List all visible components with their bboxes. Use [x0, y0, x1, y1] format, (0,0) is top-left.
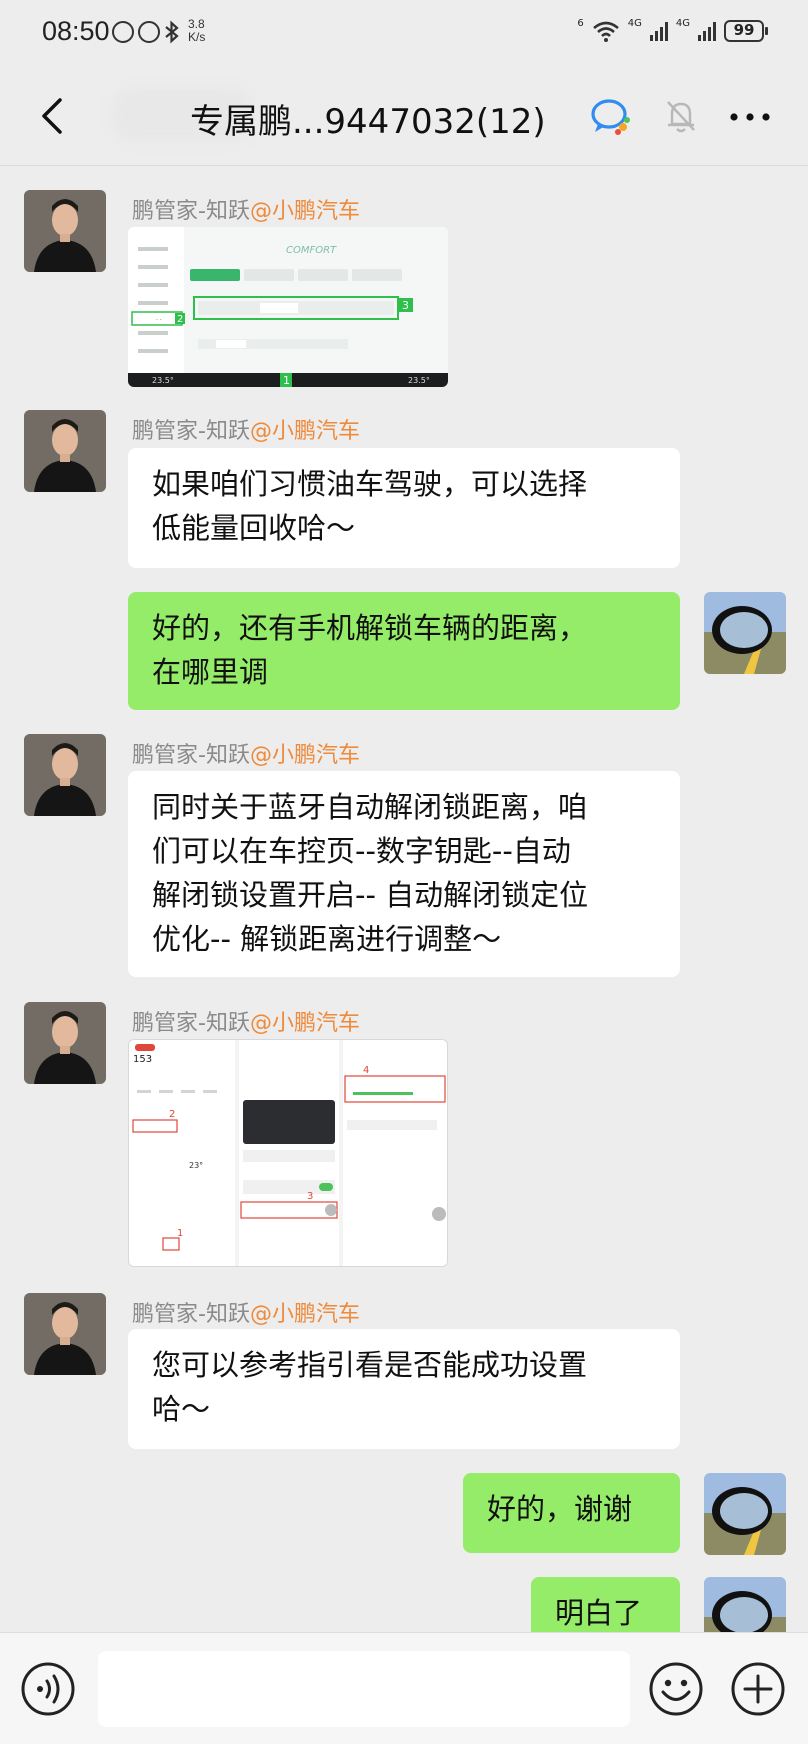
- sender-avatar[interactable]: [24, 410, 106, 492]
- status-time: 08:50: [42, 16, 110, 46]
- message-text-line: 哈～: [152, 1392, 211, 1426]
- enterprise-chat-icon[interactable]: [590, 98, 632, 136]
- message-text-input[interactable]: [98, 1651, 630, 1727]
- wifi-badge: 6: [577, 17, 584, 29]
- wifi-icon: [592, 21, 619, 42]
- back-arrow-icon[interactable]: [30, 92, 78, 140]
- sender-name: 鹏管家-知跃: [132, 743, 250, 768]
- sender-label: 鹏管家-知跃@小鹏汽车: [132, 1296, 360, 1328]
- status-notification-icons: [112, 20, 180, 44]
- status-right-icons: 6 4G 4G 99: [577, 17, 768, 42]
- chat-title[interactable]: 专属鹏...9447032(12): [190, 94, 546, 143]
- message-bubble-received[interactable]: 如果咱们习惯油车驾驶，可以选择 低能量回收哈～: [128, 448, 680, 568]
- message-text-line: 同时关于蓝牙自动解闭锁距离，咱: [152, 790, 588, 824]
- sender-avatar[interactable]: [24, 190, 106, 272]
- message-text-line: 您可以参考指引看是否能成功设置: [152, 1348, 588, 1382]
- signal-bars-icon-2: [698, 21, 716, 41]
- sender-name: 鹏管家-知跃: [132, 199, 250, 224]
- image-message-digital-key-steps[interactable]: 153 2 23° 1 3 4: [128, 1039, 448, 1267]
- message-bubble-sent[interactable]: 好的，还有手机解锁车辆的距离， 在哪里调: [128, 592, 680, 710]
- message-text-line: 明白了: [555, 1596, 643, 1630]
- network-speed-unit: K/s: [188, 30, 206, 44]
- chat-message-list[interactable]: 鹏管家-知跃@小鹏汽车 · · 2 COMFORT 3 23.5° 23.5°: [0, 167, 808, 1632]
- message-text-line: 好的，还有手机解锁车辆的距离，: [152, 611, 588, 645]
- sender-org: @小鹏汽车: [249, 199, 360, 224]
- thumb2-step-3: 3: [307, 1191, 313, 1202]
- battery-indicator: 99: [724, 20, 768, 42]
- message-bubble-received[interactable]: 同时关于蓝牙自动解闭锁距离，咱 们可以在车控页--数字钥匙--自动 解闭锁设置开…: [128, 771, 680, 977]
- sender-label: 鹏管家-知跃@小鹏汽车: [132, 413, 360, 445]
- my-avatar[interactable]: [704, 592, 786, 674]
- app-notification-icon: [112, 21, 134, 43]
- emoji-icon[interactable]: [648, 1661, 704, 1717]
- sender-label: 鹏管家-知跃@小鹏汽车: [132, 193, 360, 225]
- sender-org: @小鹏汽车: [249, 1302, 360, 1327]
- my-avatar[interactable]: [704, 1473, 786, 1555]
- signal-bars-icon-1: [649, 21, 668, 41]
- plus-icon[interactable]: [730, 1661, 786, 1717]
- thumb2-step-4: 4: [363, 1065, 369, 1076]
- thumb1-step-2: 2: [177, 314, 183, 325]
- my-avatar[interactable]: [704, 1577, 786, 1632]
- message-input-bar: [0, 1632, 808, 1744]
- thumb2-step-2: 2: [169, 1109, 175, 1120]
- message-bubble-received[interactable]: 您可以参考指引看是否能成功设置 哈～: [128, 1329, 680, 1449]
- thumb1-temp-left: 23.5°: [152, 376, 174, 385]
- message-text-line: 们可以在车控页--数字钥匙--自动: [152, 834, 571, 868]
- thumb2-range: 153: [133, 1054, 152, 1065]
- sender-org: @小鹏汽车: [249, 743, 360, 768]
- message-text-line: 如果咱们习惯油车驾驶，可以选择: [152, 467, 588, 501]
- message-text-line: 优化-- 解锁距离进行调整～: [152, 922, 502, 956]
- sender-org: @小鹏汽车: [249, 1011, 360, 1036]
- status-bar: 08:50 3.8 K/s 6 4G 4G 99: [0, 0, 808, 66]
- thumb1-step-3: 3: [402, 299, 409, 312]
- sender-name: 鹏管家-知跃: [132, 1011, 250, 1036]
- sender-org: @小鹏汽车: [249, 419, 360, 444]
- thumb1-step-1: 1: [283, 374, 290, 387]
- more-options-icon[interactable]: [728, 112, 772, 122]
- sender-avatar[interactable]: [24, 734, 106, 816]
- mute-bell-icon[interactable]: [664, 98, 698, 134]
- alarm-icon: [138, 21, 160, 43]
- image-message-car-settings[interactable]: · · 2 COMFORT 3 23.5° 23.5° 1: [128, 227, 448, 387]
- sender-avatar[interactable]: [24, 1002, 106, 1084]
- thumb2-temp: 23°: [189, 1161, 203, 1170]
- sim1-network-label: 4G: [627, 17, 642, 29]
- sender-label: 鹏管家-知跃@小鹏汽车: [132, 737, 360, 769]
- sender-label: 鹏管家-知跃@小鹏汽车: [132, 1005, 360, 1037]
- network-speed: 3.8 K/s: [188, 18, 205, 44]
- svg-text:· ·: · ·: [156, 317, 162, 324]
- message-text-line: 解闭锁设置开启-- 自动解闭锁定位: [152, 878, 589, 912]
- thumb2-step-1: 1: [177, 1228, 183, 1239]
- chat-header: 专属鹏...9447032(12): [0, 66, 808, 166]
- thumb1-brand: COMFORT: [286, 245, 337, 256]
- sender-name: 鹏管家-知跃: [132, 1302, 250, 1327]
- message-bubble-sent[interactable]: 好的，谢谢: [463, 1473, 680, 1553]
- bluetooth-icon: [165, 20, 179, 44]
- message-text-line: 好的，谢谢: [487, 1492, 633, 1526]
- thumb1-temp-right: 23.5°: [408, 376, 430, 385]
- sim2-network-label: 4G: [675, 17, 690, 29]
- message-text-line: 低能量回收哈～: [152, 511, 356, 545]
- sender-name: 鹏管家-知跃: [132, 419, 250, 444]
- message-text-line: 在哪里调: [152, 655, 269, 689]
- sender-avatar[interactable]: [24, 1293, 106, 1375]
- voice-input-icon[interactable]: [20, 1661, 76, 1717]
- message-bubble-sent[interactable]: 明白了: [531, 1577, 680, 1632]
